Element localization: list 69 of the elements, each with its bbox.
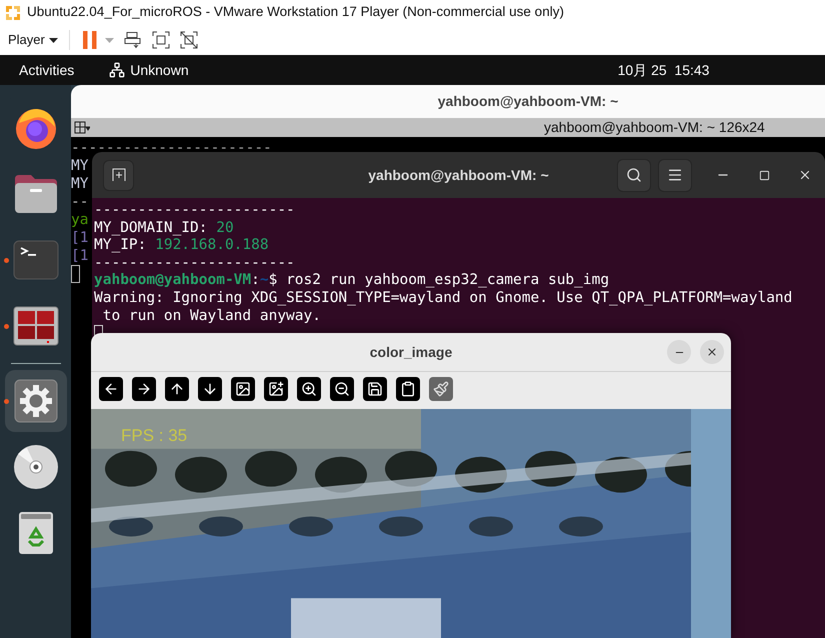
image-icon: [235, 381, 251, 397]
fullscreen-icon[interactable]: [152, 31, 170, 49]
pause-icon[interactable]: [82, 31, 97, 49]
arrow-right-button[interactable]: [132, 377, 156, 401]
arrow-down-button[interactable]: [198, 377, 222, 401]
terminal-line: yahboom@yahboom-VM:~$ ros2 run yahboom_esp32_camera sub_img: [94, 272, 610, 290]
disc-icon[interactable]: [12, 444, 58, 490]
close-icon: [706, 346, 718, 358]
save-icon: [367, 381, 383, 397]
layout-icon[interactable]: [74, 120, 90, 134]
terminal-line: MY_IP: 192.168.0.188: [94, 237, 269, 255]
clipboard-button[interactable]: [396, 377, 420, 401]
tab-title: yahboom@yahboom-VM: ~ 126x24: [544, 118, 765, 137]
send-keys-icon[interactable]: [124, 31, 142, 49]
zoom-out-icon: [334, 381, 350, 397]
arrow-up-icon: [169, 381, 185, 397]
save-button[interactable]: [363, 377, 387, 401]
terminal-line: [1: [71, 229, 88, 247]
terminal-line: ya: [71, 211, 88, 229]
new-tab-button[interactable]: [103, 160, 134, 190]
terminal-line: -----------------------: [71, 139, 272, 157]
window-title: yahboom@yahboom-VM: ~: [368, 166, 549, 185]
caret-icon: [48, 38, 58, 42]
menu-button[interactable]: [658, 158, 692, 192]
fps-overlay: FPS : 35: [121, 425, 188, 447]
window-title: yahboom@yahboom-VM: ~: [438, 92, 618, 111]
activities-button[interactable]: Activities: [19, 60, 74, 80]
zoom-out-button[interactable]: [330, 377, 354, 401]
close-button[interactable]: [700, 340, 724, 364]
image-button[interactable]: [231, 377, 255, 401]
network-icon[interactable]: [109, 62, 126, 78]
arrow-up-button[interactable]: [165, 377, 189, 401]
window-title: color_image: [370, 342, 452, 362]
network-status[interactable]: Unknown: [130, 60, 189, 80]
window-title: Ubuntu22.04_For_microROS - VMware Workstation 17 Player (Non-commercial use only): [27, 3, 564, 22]
terminal-icon[interactable]: [12, 240, 58, 280]
terminal-line: MY: [71, 175, 88, 193]
menu-icon: [667, 167, 683, 183]
trash-icon[interactable]: [18, 511, 54, 555]
zoom-in-icon: [301, 381, 317, 397]
terminal-line: MY: [71, 157, 88, 175]
arrow-down-icon: [202, 381, 218, 397]
terminal-line: [1: [71, 247, 88, 265]
maximize-icon[interactable]: [759, 170, 770, 180]
brush-icon: [433, 381, 449, 397]
terminal-line: to run on Wayland anyway.: [102, 308, 321, 326]
new-tab-icon: [112, 168, 126, 182]
image-search-icon: [268, 381, 284, 397]
terminal-line: MY_DOMAIN_ID: 20: [94, 220, 234, 238]
app-logo-icon: [4, 4, 22, 22]
unity-icon[interactable]: [180, 31, 198, 49]
arrow-left-button[interactable]: [99, 377, 123, 401]
terminal-line: -----------------------: [94, 254, 295, 272]
search-icon: [626, 167, 642, 183]
dock-item[interactable]: [4, 370, 66, 432]
zoom-in-button[interactable]: [297, 377, 321, 401]
close-icon[interactable]: [798, 168, 812, 182]
search-button[interactable]: [617, 158, 651, 192]
terminal-line: -----------------------: [94, 202, 295, 220]
clock[interactable]: 10月 25 15:43: [618, 60, 710, 80]
image-search-button[interactable]: [264, 377, 288, 401]
folder-icon[interactable]: [12, 173, 58, 215]
split-terminal-icon[interactable]: [12, 306, 58, 346]
terminal-line: --: [71, 193, 88, 211]
cursor: [71, 265, 80, 283]
player-menu[interactable]: Player: [0, 25, 64, 55]
clipboard-icon: [400, 381, 416, 397]
gear-icon[interactable]: [14, 379, 58, 423]
terminal-line: Warning: Ignoring XDG_SESSION_TYPE=wayland on Gnome. Use QT_QPA_PLATFORM=wayland: [94, 290, 792, 308]
